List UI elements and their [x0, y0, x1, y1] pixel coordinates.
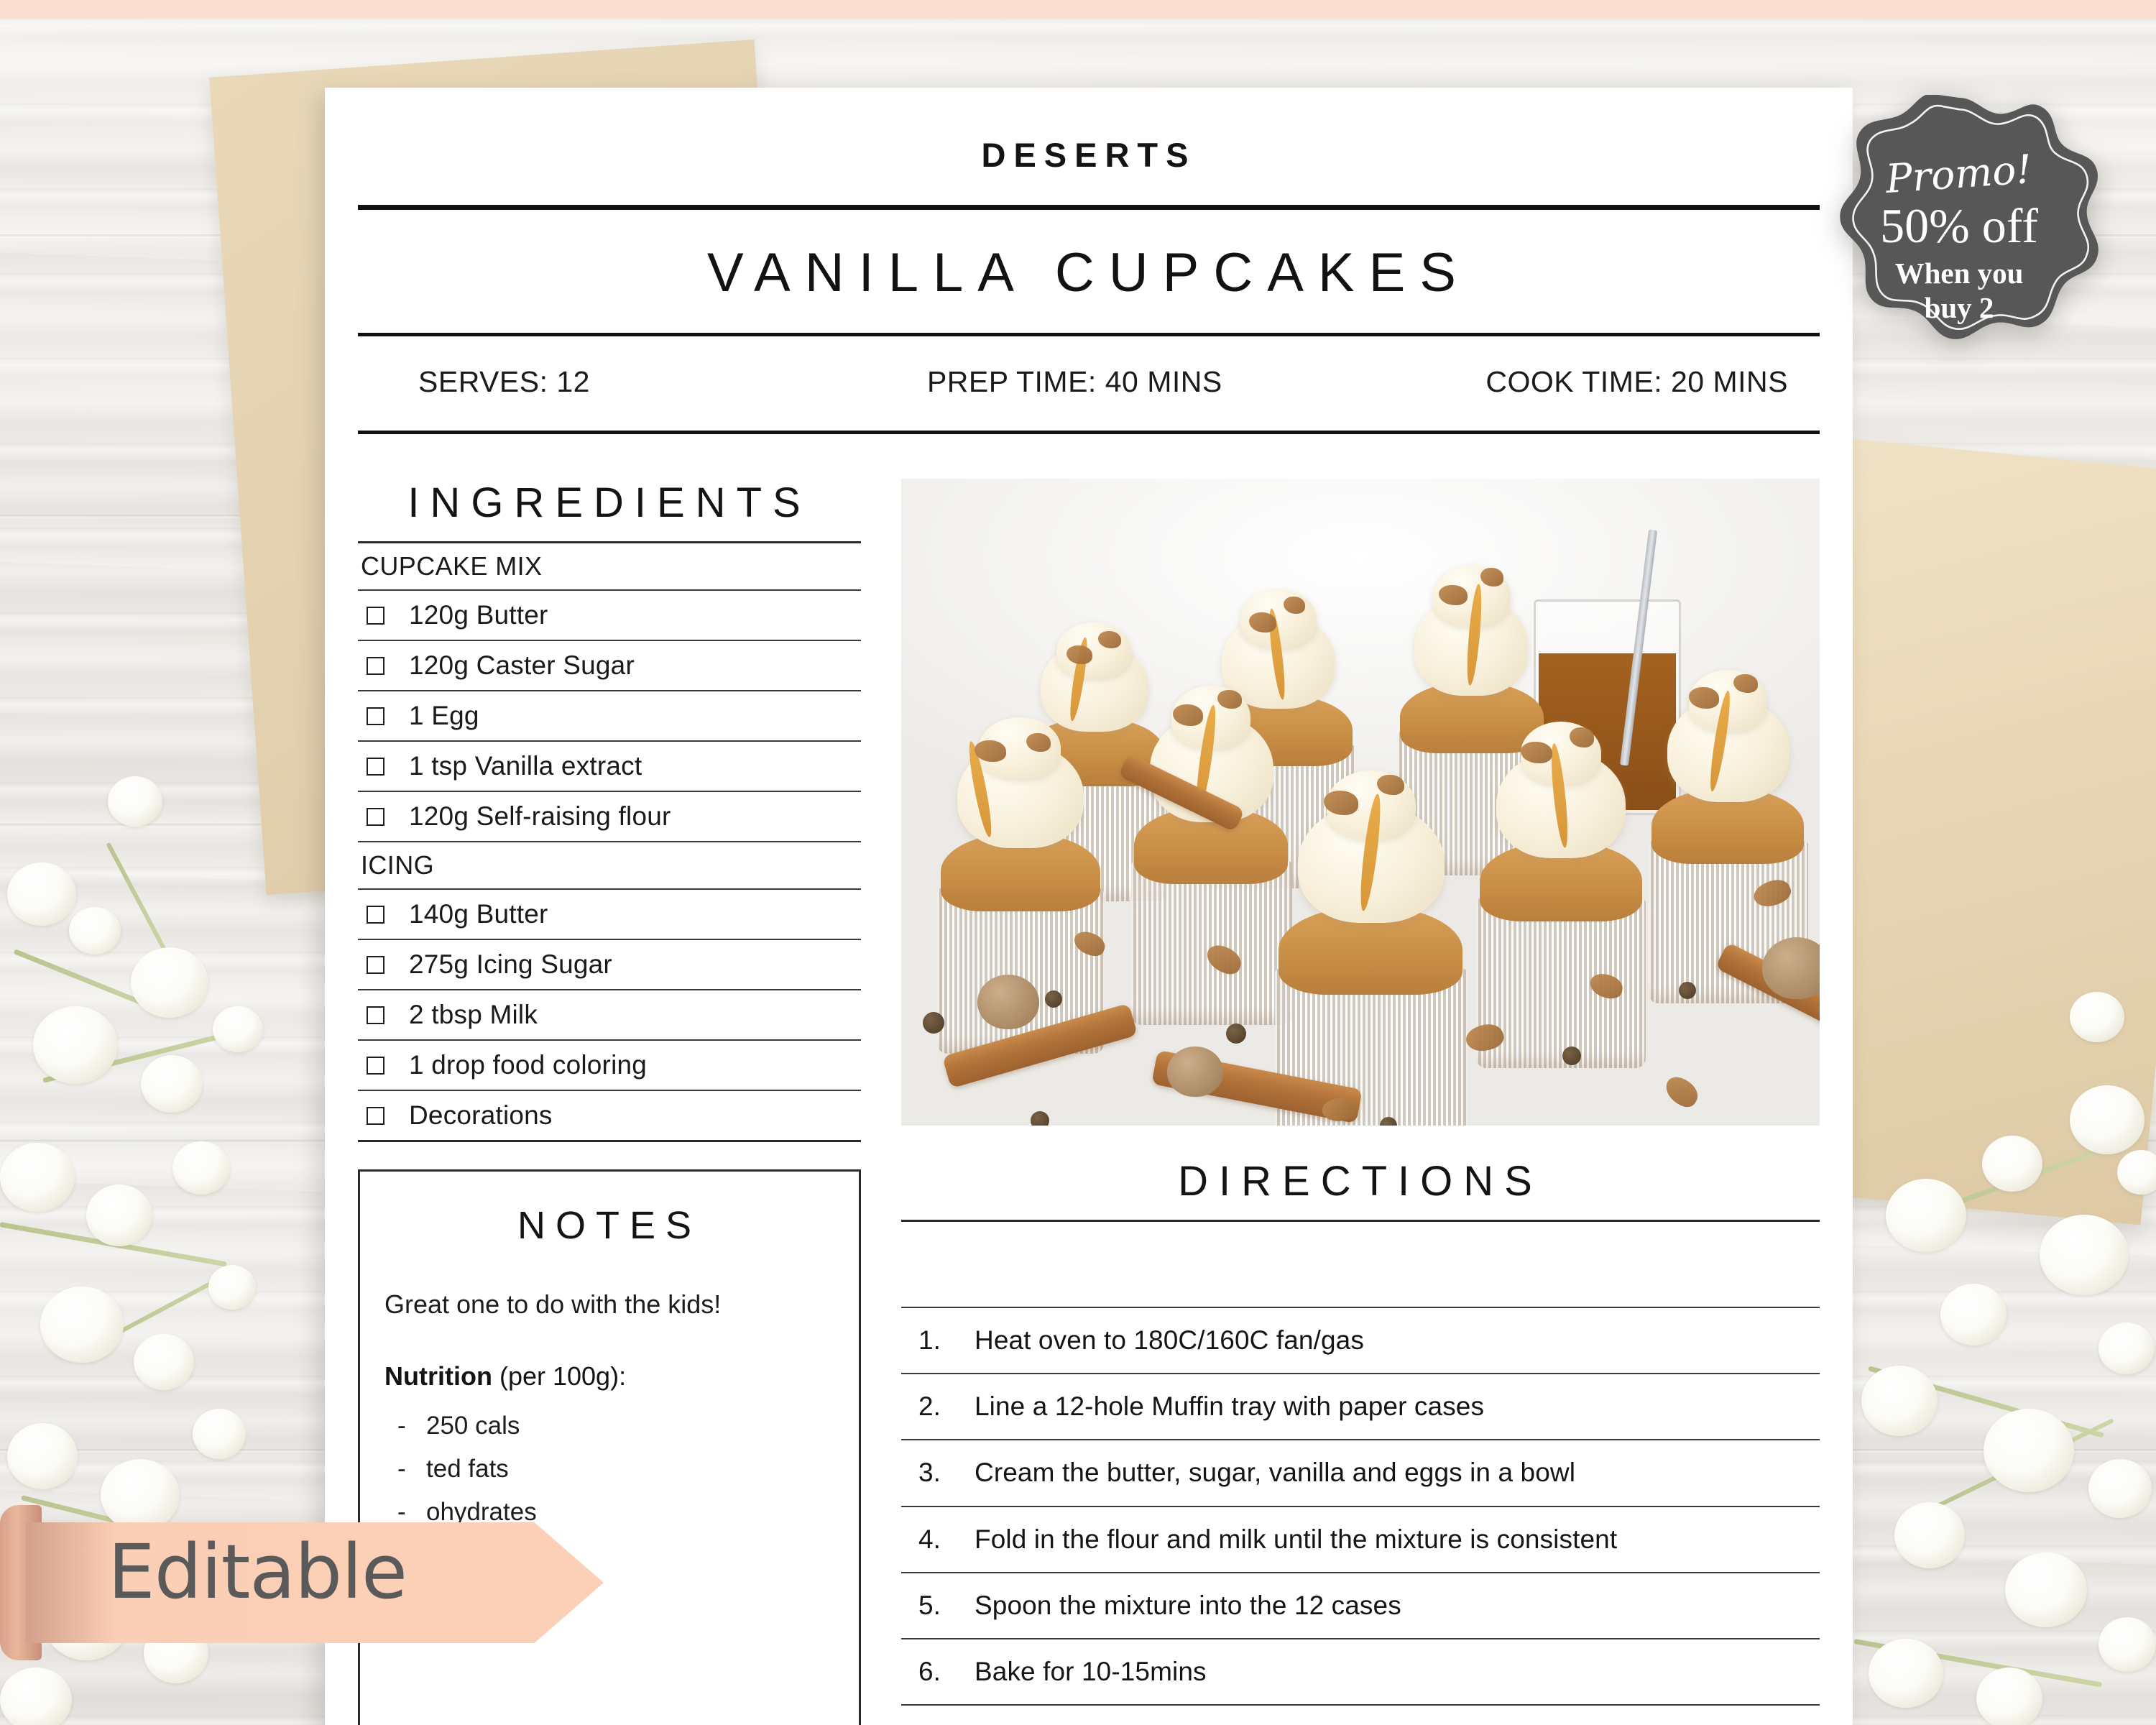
meta-row: SERVES: 12 PREP TIME: 40 MINS COOK TIME:… [358, 336, 1820, 431]
step-text: Fold in the flour and milk until the mix… [975, 1524, 1618, 1554]
ingredient-item[interactable]: 1 Egg [358, 691, 861, 740]
nutrition-item: 250 cals [384, 1404, 834, 1448]
ingredient-label: 120g Caster Sugar [409, 650, 635, 680]
ingredient-checkbox[interactable] [367, 656, 384, 675]
meta-cook-time: COOK TIME: 20 MINS [1485, 365, 1788, 398]
ingredient-label: 1 tsp Vanilla extract [409, 751, 642, 781]
meta-serves: SERVES: 12 [418, 365, 590, 398]
ingredient-checkbox[interactable] [367, 1056, 384, 1075]
step-text: Spoon the mixture into the 12 cases [975, 1590, 1401, 1620]
ingredients-bottom-rule [358, 1140, 861, 1142]
scene-background: DESERTS VANILLA CUPCAKES SERVES: 12 PREP… [0, 0, 2156, 1725]
nutmeg-icon [977, 975, 1039, 1029]
directions-spacer [901, 1222, 1820, 1307]
ingredient-checkbox[interactable] [367, 757, 384, 776]
nutrition-label-rest: (per 100g): [492, 1361, 627, 1391]
ingredient-item[interactable]: 120g Self-raising flour [358, 792, 861, 841]
ingredient-label: 140g Butter [409, 899, 548, 929]
peach-top-strip [0, 0, 2156, 19]
ingredient-item[interactable]: 140g Butter [358, 890, 861, 939]
directions-column: DIRECTIONS 1. Heat oven to 180C/160C fan… [901, 479, 1820, 1725]
ingredient-item[interactable]: 120g Butter [358, 591, 861, 640]
nutrition-item: ted fats [384, 1448, 834, 1491]
ingredient-checkbox[interactable] [367, 707, 384, 725]
ingredient-label: Decorations [409, 1100, 553, 1130]
ingredient-item[interactable]: 2 tbsp Milk [358, 990, 861, 1039]
step-number: 4. [918, 1524, 941, 1554]
direction-step: 2. Line a 12-hole Muffin tray with paper… [901, 1374, 1820, 1439]
ingredients-heading: INGREDIENTS [407, 479, 811, 526]
ingredient-item[interactable]: Decorations [358, 1091, 861, 1140]
step-number: 6. [918, 1657, 941, 1687]
divider-top [358, 205, 1820, 210]
promo-badge[interactable]: Promo! 50% off When you buy 2 [1814, 93, 2104, 385]
nutrition-label-bold: Nutrition [384, 1361, 492, 1391]
step-number: 7. [918, 1718, 975, 1725]
recipe-card: DESERTS VANILLA CUPCAKES SERVES: 12 PREP… [325, 88, 1853, 1725]
editable-ribbon-banner[interactable]: Editable [0, 1505, 604, 1660]
notes-tip: Great one to do with the kids! [384, 1289, 722, 1319]
meta-prep-time: PREP TIME: 40 MINS [926, 365, 1222, 398]
ingredient-checkbox[interactable] [367, 606, 384, 625]
seal-shape-icon [1840, 93, 2099, 339]
ingredient-checkbox[interactable] [367, 1106, 384, 1125]
ingredient-item[interactable]: 275g Icing Sugar [358, 940, 861, 989]
direction-step: 7. Set aside baked cakes to cool on a wi… [901, 1706, 1820, 1725]
ingredient-item[interactable]: 120g Caster Sugar [358, 641, 861, 690]
ingredient-label: 1 Egg [409, 701, 479, 730]
direction-step: 3. Cream the butter, sugar, vanilla and … [901, 1440, 1820, 1505]
nutrition-label: Nutrition (per 100g): [384, 1361, 834, 1404]
step-text: Cream the butter, sugar, vanilla and egg… [975, 1458, 1576, 1488]
notes-heading: NOTES [517, 1204, 702, 1247]
ingredient-label: 1 drop food coloring [409, 1050, 648, 1080]
ingredient-item[interactable]: 1 tsp Vanilla extract [358, 742, 861, 791]
category-title: DESERTS [981, 136, 1197, 174]
direction-step: 6. Bake for 10-15mins [901, 1639, 1820, 1704]
step-text: Bake for 10-15mins [975, 1657, 1207, 1687]
directions-heading: DIRECTIONS [1178, 1158, 1543, 1205]
ingredient-checkbox[interactable] [367, 807, 384, 826]
ingredient-checkbox[interactable] [367, 905, 384, 924]
step-number: 5. [918, 1590, 941, 1620]
step-text: Set aside baked cakes to cool on a wire … [975, 1718, 1504, 1725]
step-number: 3. [918, 1458, 941, 1488]
nutmeg-icon [1167, 1046, 1223, 1097]
ingredient-label: 120g Self-raising flour [409, 801, 671, 831]
step-text: Heat oven to 180C/160C fan/gas [975, 1325, 1364, 1355]
direction-step: 4. Fold in the flour and milk until the … [901, 1507, 1820, 1572]
ingredient-label: 120g Butter [409, 600, 548, 630]
recipe-photo [901, 479, 1820, 1126]
step-text: Line a 12-hole Muffin tray with paper ca… [975, 1392, 1485, 1422]
ingredient-group-label: ICING [361, 850, 435, 880]
direction-step: 5. Spoon the mixture into the 12 cases [901, 1573, 1820, 1638]
nutmeg-icon [1762, 937, 1820, 999]
ingredient-label: 2 tbsp Milk [409, 1000, 538, 1029]
ingredient-label: 275g Icing Sugar [409, 949, 612, 979]
ingredient-checkbox[interactable] [367, 1006, 384, 1024]
step-number: 2. [918, 1392, 941, 1422]
ingredient-checkbox[interactable] [367, 955, 384, 974]
recipe-title: VANILLA CUPCAKES [706, 242, 1470, 303]
ribbon-label: Editable [108, 1528, 407, 1616]
ingredient-group-label: CUPCAKE MIX [361, 551, 543, 581]
direction-step: 1. Heat oven to 180C/160C fan/gas [901, 1308, 1820, 1373]
ingredient-item[interactable]: 1 drop food coloring [358, 1041, 861, 1090]
step-number: 1. [918, 1325, 941, 1355]
